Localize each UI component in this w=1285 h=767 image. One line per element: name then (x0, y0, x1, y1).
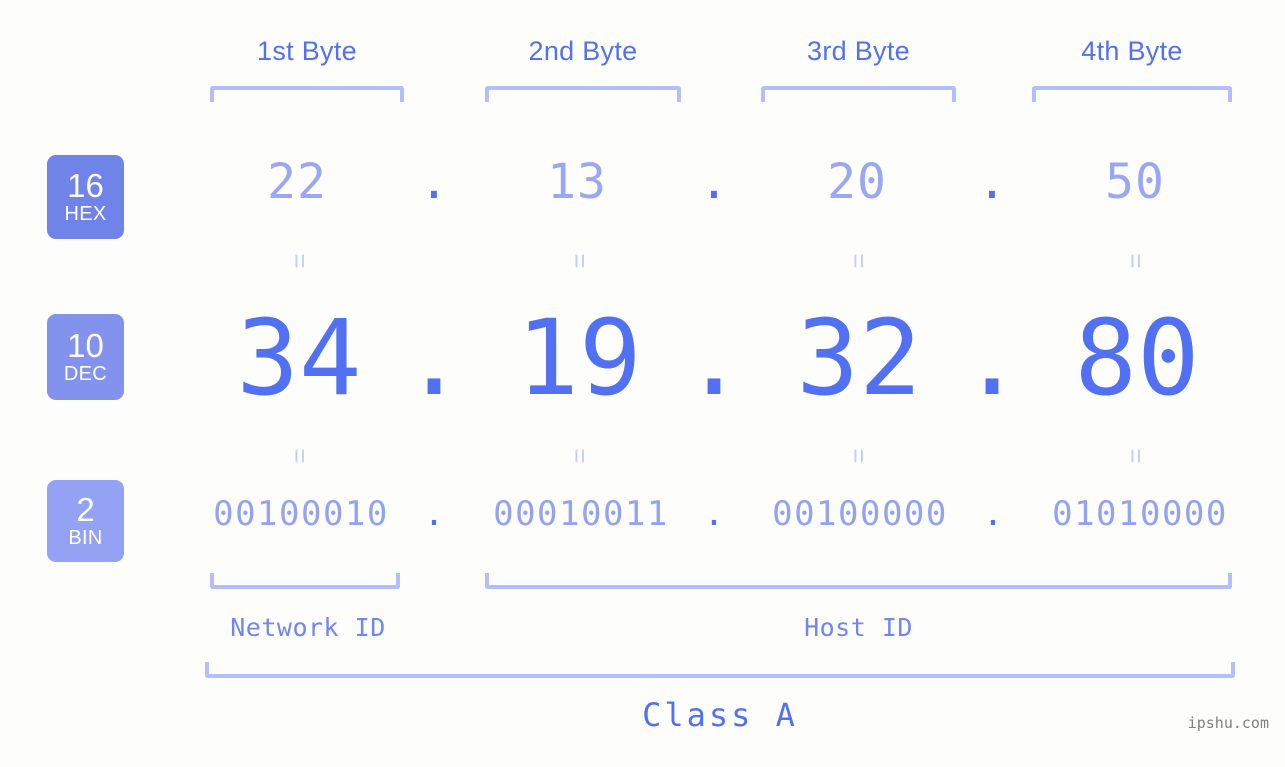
byte-header-2: 2nd Byte (528, 36, 638, 66)
base-badge-dec-name: DEC (63, 362, 108, 385)
byte-bracket-3 (761, 86, 956, 102)
base-badge-hex-number: 16 (67, 166, 104, 204)
equals-mark-hex-dec-4: = (1121, 253, 1151, 269)
bin-separator-3: . (982, 494, 1004, 534)
dec-separator-1: . (402, 297, 466, 419)
byte-header-4: 4th Byte (1081, 36, 1183, 66)
hex-separator-3: . (977, 154, 1007, 210)
bin-octet-2: 00010011 (493, 494, 669, 534)
bin-separator-1: . (423, 494, 445, 534)
base-badge-bin-number: 2 (76, 490, 95, 528)
base-badge-hex-name: HEX (64, 202, 107, 225)
base-badge-dec-number: 10 (67, 326, 104, 364)
dec-octet-2: 19 (516, 297, 642, 419)
network-id-bracket (210, 573, 400, 589)
hex-octet-2: 13 (547, 154, 607, 210)
equals-mark-hex-dec-2: = (565, 253, 595, 269)
dec-octet-1: 34 (236, 297, 362, 419)
byte-header-1: 1st Byte (257, 36, 357, 66)
base-badge-hex: 16 HEX (47, 155, 124, 239)
hex-octet-4: 50 (1105, 154, 1165, 210)
bin-octet-3: 00100000 (772, 494, 948, 534)
bin-octet-1: 00100010 (213, 494, 389, 534)
byte-header-3: 3rd Byte (807, 36, 910, 66)
ip-breakdown-diagram: 1st Byte 2nd Byte 3rd Byte 4th Byte 16 H… (0, 0, 1285, 767)
class-label: Class A (642, 696, 798, 734)
dec-octet-3: 32 (796, 297, 922, 419)
equals-mark-dec-bin-1: = (285, 448, 315, 464)
base-badge-bin-name: BIN (68, 526, 103, 549)
equals-mark-hex-dec-1: = (285, 253, 315, 269)
equals-mark-hex-dec-3: = (844, 253, 874, 269)
dec-octet-4: 80 (1074, 297, 1200, 419)
byte-bracket-2 (485, 86, 681, 102)
class-bracket (205, 662, 1235, 678)
equals-mark-dec-bin-3: = (844, 448, 874, 464)
hex-octet-1: 22 (267, 154, 327, 210)
hex-octet-3: 20 (827, 154, 887, 210)
network-id-label: Network ID (230, 613, 386, 642)
byte-bracket-4 (1032, 86, 1232, 102)
equals-mark-dec-bin-2: = (565, 448, 595, 464)
base-badge-dec: 10 DEC (47, 314, 124, 400)
base-badge-bin: 2 BIN (47, 480, 124, 562)
hex-separator-1: . (419, 154, 449, 210)
equals-mark-dec-bin-4: = (1121, 448, 1151, 464)
host-id-label: Host ID (804, 613, 913, 642)
host-id-bracket (485, 573, 1232, 589)
dec-separator-3: . (960, 297, 1024, 419)
watermark: ipshu.com (1187, 714, 1269, 732)
dec-separator-2: . (682, 297, 746, 419)
byte-bracket-1 (210, 86, 404, 102)
bin-octet-4: 01010000 (1052, 494, 1228, 534)
hex-separator-2: . (699, 154, 729, 210)
bin-separator-2: . (703, 494, 725, 534)
